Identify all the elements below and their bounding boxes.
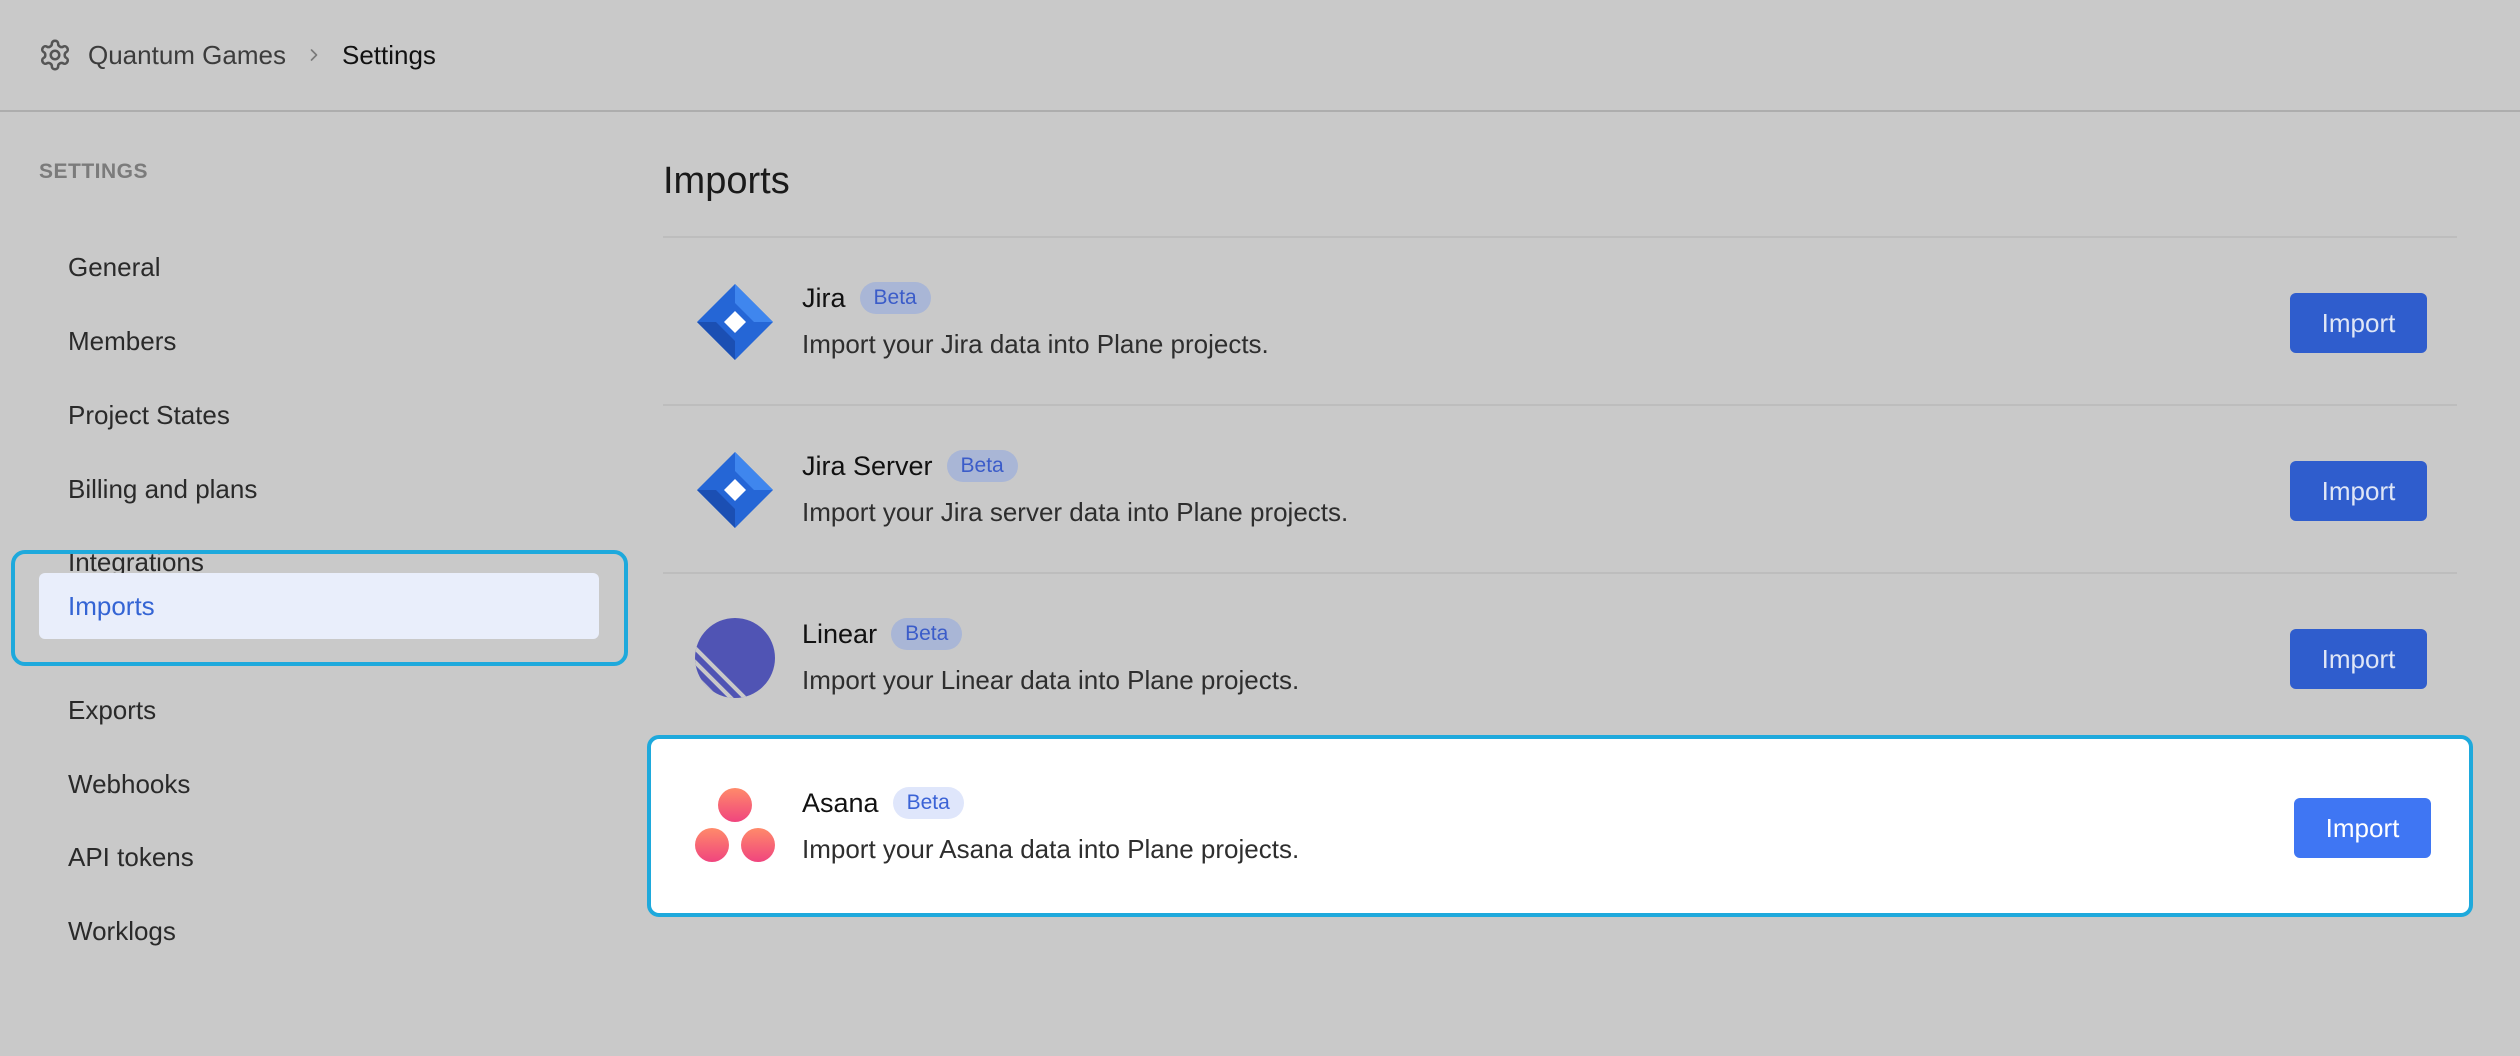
importer-name: Jira (802, 282, 846, 313)
beta-badge: Beta (891, 618, 963, 650)
importer-row-jira: Jira Beta Import your Jira data into Pla… (663, 238, 2457, 406)
import-asana-button[interactable]: Import (2294, 798, 2431, 858)
sidebar-item-webhooks[interactable]: Webhooks (39, 752, 599, 816)
breadcrumb-current: Settings (341, 39, 436, 70)
beta-badge: Beta (859, 282, 931, 314)
importer-row-linear: Linear Beta Import your Linear data into… (663, 574, 2457, 742)
sidebar-item-api-tokens[interactable]: API tokens (39, 825, 599, 889)
importer-description: Import your Asana data into Plane projec… (802, 834, 1300, 864)
beta-badge: Beta (946, 450, 1018, 482)
importer-name: Asana (802, 787, 879, 818)
import-linear-button[interactable]: Import (2290, 629, 2427, 689)
importer-row-jira-server: Jira Server Beta Import your Jira server… (663, 406, 2457, 574)
jira-icon (693, 448, 777, 532)
importer-name: Linear (802, 618, 878, 649)
gear-icon (38, 38, 72, 72)
importer-description: Import your Jira data into Plane project… (802, 329, 1269, 359)
import-jira-button[interactable]: Import (2290, 293, 2427, 353)
linear-icon (693, 616, 777, 700)
sidebar-item-members[interactable]: Members (39, 309, 599, 373)
sidebar-heading: SETTINGS (39, 160, 149, 183)
import-jira-server-button[interactable]: Import (2290, 461, 2427, 521)
sidebar-item-general[interactable]: General (39, 235, 599, 299)
sidebar-item-project-states[interactable]: Project States (39, 383, 599, 447)
sidebar-item-imports[interactable]: Imports (39, 573, 599, 639)
sidebar-item-billing-and-plans[interactable]: Billing and plans (39, 457, 599, 521)
jira-icon (693, 280, 777, 364)
breadcrumb: Quantum Games Settings (38, 38, 436, 72)
settings-sidebar: SETTINGS General Members Project States … (0, 112, 640, 1056)
breadcrumb-workspace-link[interactable]: Quantum Games (88, 40, 286, 71)
importer-name: Jira Server (802, 450, 933, 481)
sidebar-item-worklogs[interactable]: Worklogs (39, 899, 599, 963)
chevron-right-icon (304, 45, 324, 65)
sidebar-item-exports[interactable]: Exports (39, 678, 599, 742)
page-title: Imports (663, 160, 790, 202)
beta-badge: Beta (892, 787, 964, 819)
asana-icon (693, 785, 777, 869)
importer-row-asana: Asana Beta Import your Asana data into P… (647, 735, 2473, 917)
importer-description: Import your Jira server data into Plane … (802, 497, 1349, 527)
importer-description: Import your Linear data into Plane proje… (802, 665, 1300, 695)
top-bar: Quantum Games Settings (0, 0, 2520, 112)
